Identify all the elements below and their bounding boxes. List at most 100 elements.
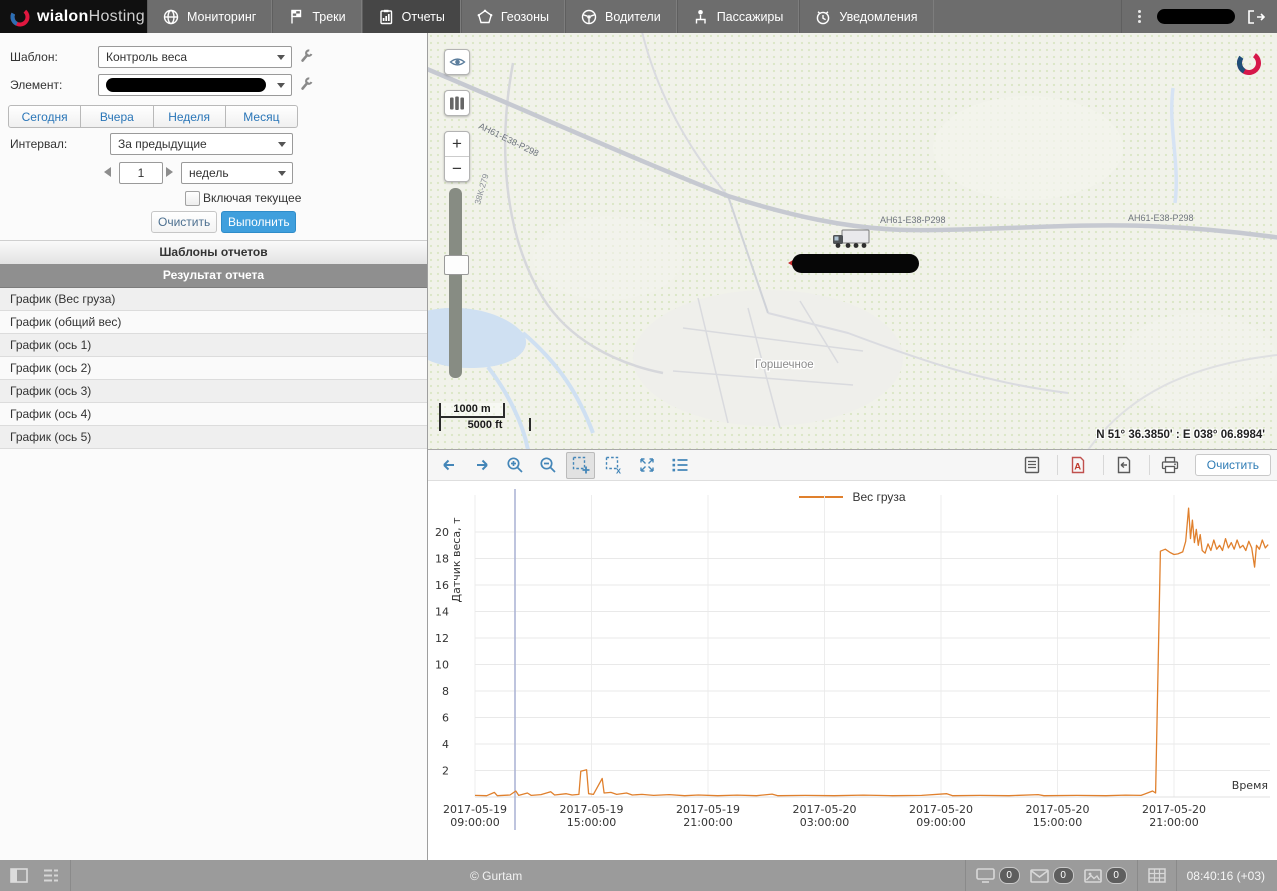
app-logo[interactable]: wialonHosting bbox=[0, 0, 147, 33]
nav-item-alarm-clock[interactable]: Уведомления bbox=[799, 0, 933, 33]
nav-item-label: Пассажиры bbox=[717, 10, 784, 24]
chevron-down-icon bbox=[278, 171, 286, 180]
quick-range-4[interactable]: Месяц bbox=[226, 105, 298, 128]
zoom-slider-track[interactable] bbox=[449, 188, 462, 378]
chart-export-controls: A Очистить bbox=[1018, 452, 1271, 479]
scale-imperial: 5000 ft bbox=[439, 418, 531, 431]
globe-icon bbox=[162, 8, 180, 26]
map-layers-icon bbox=[449, 96, 465, 111]
brand-text: wialonHosting bbox=[37, 8, 145, 26]
report-table-button[interactable] bbox=[1018, 452, 1047, 479]
svg-text:2017-05-1909:00:00: 2017-05-1909:00:00 bbox=[443, 803, 507, 829]
result-section-header[interactable]: Результат отчета bbox=[0, 264, 427, 288]
decrement-arrow[interactable] bbox=[104, 167, 111, 177]
bottom-grid-button[interactable] bbox=[42, 868, 60, 883]
chart-zoom-x-button[interactable]: x bbox=[599, 452, 628, 479]
templates-section-header[interactable]: Шаблоны отчетов bbox=[0, 240, 427, 265]
element-value-redacted bbox=[106, 78, 266, 92]
svg-text:2017-05-2021:00:00: 2017-05-2021:00:00 bbox=[1142, 803, 1206, 829]
svg-text:A: A bbox=[1074, 462, 1081, 473]
nav-item-passenger[interactable]: Пассажиры bbox=[677, 0, 800, 33]
interval-select[interactable]: За предыдущие bbox=[110, 133, 293, 155]
copyright: © Gurtam bbox=[470, 869, 522, 883]
sms-counter[interactable]: 0 bbox=[1030, 867, 1074, 884]
photo-icon bbox=[1084, 869, 1102, 883]
steering-wheel-icon bbox=[580, 8, 598, 26]
visibility-eye-button[interactable] bbox=[444, 49, 470, 75]
nav-item-track-flag[interactable]: Треки bbox=[272, 0, 361, 33]
interval-unit-select[interactable]: недель bbox=[181, 162, 293, 184]
report-result-item[interactable]: График (ось 4) bbox=[0, 403, 427, 426]
footer-right-controls: 0 0 0 08:40:16 (+03) bbox=[965, 860, 1277, 891]
envelope-icon bbox=[1030, 869, 1049, 883]
svg-text:2017-05-2009:00:00: 2017-05-2009:00:00 bbox=[909, 803, 973, 829]
report-result-item[interactable]: График (ось 2) bbox=[0, 357, 427, 380]
print-button[interactable] bbox=[1156, 452, 1185, 479]
interval-count-input[interactable] bbox=[119, 162, 163, 184]
chart-box-zoom-button[interactable] bbox=[566, 452, 595, 479]
report-result-item[interactable]: График (Вес груза) bbox=[0, 288, 427, 311]
zoom-slider-handle[interactable] bbox=[444, 255, 469, 275]
svg-text:2017-05-2015:00:00: 2017-05-2015:00:00 bbox=[1026, 803, 1090, 829]
footer-left-controls bbox=[0, 860, 71, 891]
zoom-in-button[interactable]: + bbox=[445, 132, 469, 157]
quick-range-2[interactable]: Вчера bbox=[81, 105, 153, 128]
more-menu-button[interactable] bbox=[1134, 6, 1145, 27]
nav-item-geofence[interactable]: Геозоны bbox=[461, 0, 565, 33]
export-pdf-button[interactable]: A bbox=[1064, 452, 1093, 479]
eye-icon bbox=[449, 55, 466, 69]
wialon-logo-icon bbox=[9, 6, 31, 28]
cursor-coordinates: N 51° 36.3850' : E 038° 06.8984' bbox=[1096, 429, 1265, 441]
chevron-down-icon bbox=[278, 142, 286, 151]
interval-select-value: За предыдущие bbox=[118, 137, 207, 151]
chevron-down-icon bbox=[277, 55, 285, 64]
export-file-button[interactable] bbox=[1110, 452, 1139, 479]
svg-text:x: x bbox=[616, 466, 621, 476]
svg-text:12: 12 bbox=[435, 632, 449, 645]
nav-item-globe[interactable]: Мониторинг bbox=[147, 0, 272, 33]
media-counter[interactable]: 0 bbox=[1084, 867, 1127, 884]
map-scale: 1000 m 5000 ft bbox=[439, 403, 531, 431]
chart-reset-zoom-button[interactable] bbox=[632, 452, 661, 479]
chart-clear-button[interactable]: Очистить bbox=[1195, 454, 1271, 476]
chart-back-button[interactable] bbox=[434, 452, 463, 479]
execute-button[interactable]: Выполнить bbox=[221, 211, 296, 233]
road-label: АН61-Е38-Р298 bbox=[880, 215, 946, 225]
map-canvas[interactable]: АН61-Е38-Р298 АН61-Е38-Р298 АН61-Е38-Р29… bbox=[428, 33, 1277, 450]
chart-zoom-in-button[interactable] bbox=[500, 452, 529, 479]
toggle-panel-button[interactable] bbox=[10, 868, 28, 883]
template-settings-wrench-icon[interactable] bbox=[298, 48, 314, 64]
user-name-redacted[interactable] bbox=[1157, 9, 1235, 24]
svg-text:6: 6 bbox=[442, 712, 449, 725]
svg-text:Датчик веса, т: Датчик веса, т bbox=[450, 517, 463, 603]
map-source-button[interactable] bbox=[444, 90, 470, 116]
chart-zoom-out-button[interactable] bbox=[533, 452, 562, 479]
nav-item-steering-wheel[interactable]: Водители bbox=[565, 0, 677, 33]
element-select[interactable] bbox=[98, 74, 292, 96]
svg-text:18: 18 bbox=[435, 553, 449, 566]
clear-button[interactable]: Очистить bbox=[151, 211, 217, 233]
zoom-out-button[interactable]: − bbox=[445, 157, 469, 181]
chart-forward-button[interactable] bbox=[467, 452, 496, 479]
logout-icon[interactable] bbox=[1247, 9, 1265, 25]
element-settings-wrench-icon[interactable] bbox=[298, 76, 314, 92]
svg-text:2017-05-2003:00:00: 2017-05-2003:00:00 bbox=[793, 803, 857, 829]
driver-messages-counter[interactable]: 0 bbox=[976, 867, 1020, 884]
include-current-checkbox[interactable] bbox=[185, 191, 200, 206]
report-result-item[interactable]: График (ось 3) bbox=[0, 380, 427, 403]
nav-item-reports-clipboard[interactable]: Отчеты bbox=[362, 0, 461, 33]
increment-arrow[interactable] bbox=[166, 167, 173, 177]
svg-text:Время: Время bbox=[1232, 779, 1268, 792]
quick-range-1[interactable]: Сегодня bbox=[8, 105, 81, 128]
chart-legend-toggle-button[interactable] bbox=[665, 452, 694, 479]
report-result-item[interactable]: График (ось 1) bbox=[0, 334, 427, 357]
svg-text:4: 4 bbox=[442, 738, 449, 751]
weight-chart[interactable]: 2017-05-1909:00:002017-05-1915:00:002017… bbox=[428, 481, 1277, 860]
report-result-item[interactable]: График (ось 5) bbox=[0, 426, 427, 449]
quick-range-3[interactable]: Неделя bbox=[154, 105, 226, 128]
report-chart-panel: x A Очистить Вес груза 2017-05-190 bbox=[428, 450, 1277, 860]
template-select-value: Контроль веса bbox=[106, 50, 187, 64]
report-result-item[interactable]: График (общий вес) bbox=[0, 311, 427, 334]
apps-table-button[interactable] bbox=[1148, 868, 1166, 883]
template-select[interactable]: Контроль веса bbox=[98, 46, 292, 68]
